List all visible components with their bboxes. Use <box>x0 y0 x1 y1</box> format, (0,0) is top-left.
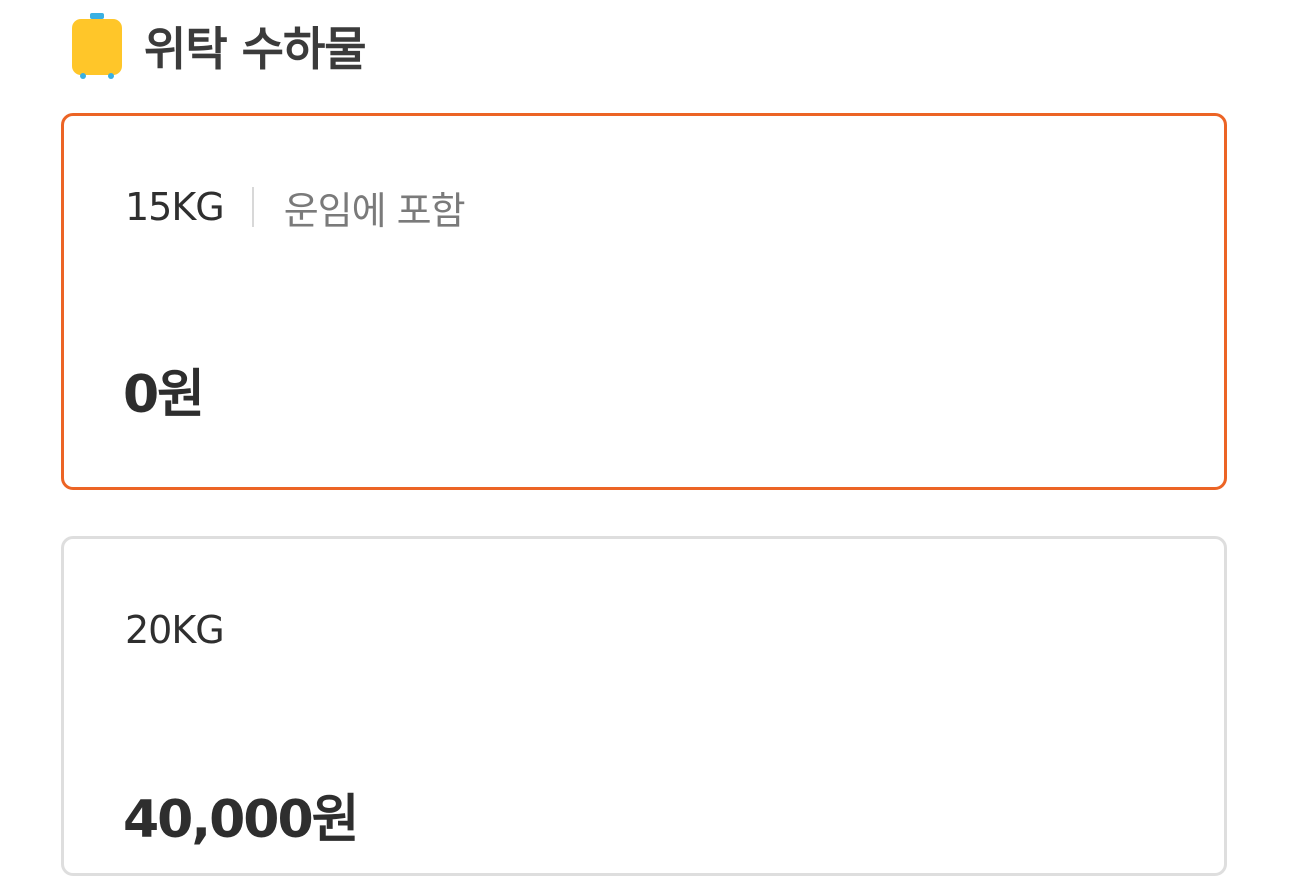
baggage-option-20kg[interactable]: 20KG 40,000원 <box>61 536 1227 876</box>
price-label: 0원 <box>123 365 205 425</box>
baggage-option-15kg[interactable]: 15KG 운임에 포함 0원 <box>61 113 1227 490</box>
luggage-icon <box>72 13 122 79</box>
included-in-fare-label: 운임에 포함 <box>283 188 466 233</box>
weight-label: 20KG <box>125 608 225 652</box>
section-title: 위탁 수하물 <box>144 22 367 76</box>
weight-row: 20KG <box>125 605 225 655</box>
divider <box>251 187 254 227</box>
price-label: 40,000원 <box>123 790 360 850</box>
checked-baggage-header: 위탁 수하물 <box>70 10 367 82</box>
weight-row: 15KG 운임에 포함 <box>125 182 466 233</box>
weight-label: 15KG <box>125 185 225 229</box>
